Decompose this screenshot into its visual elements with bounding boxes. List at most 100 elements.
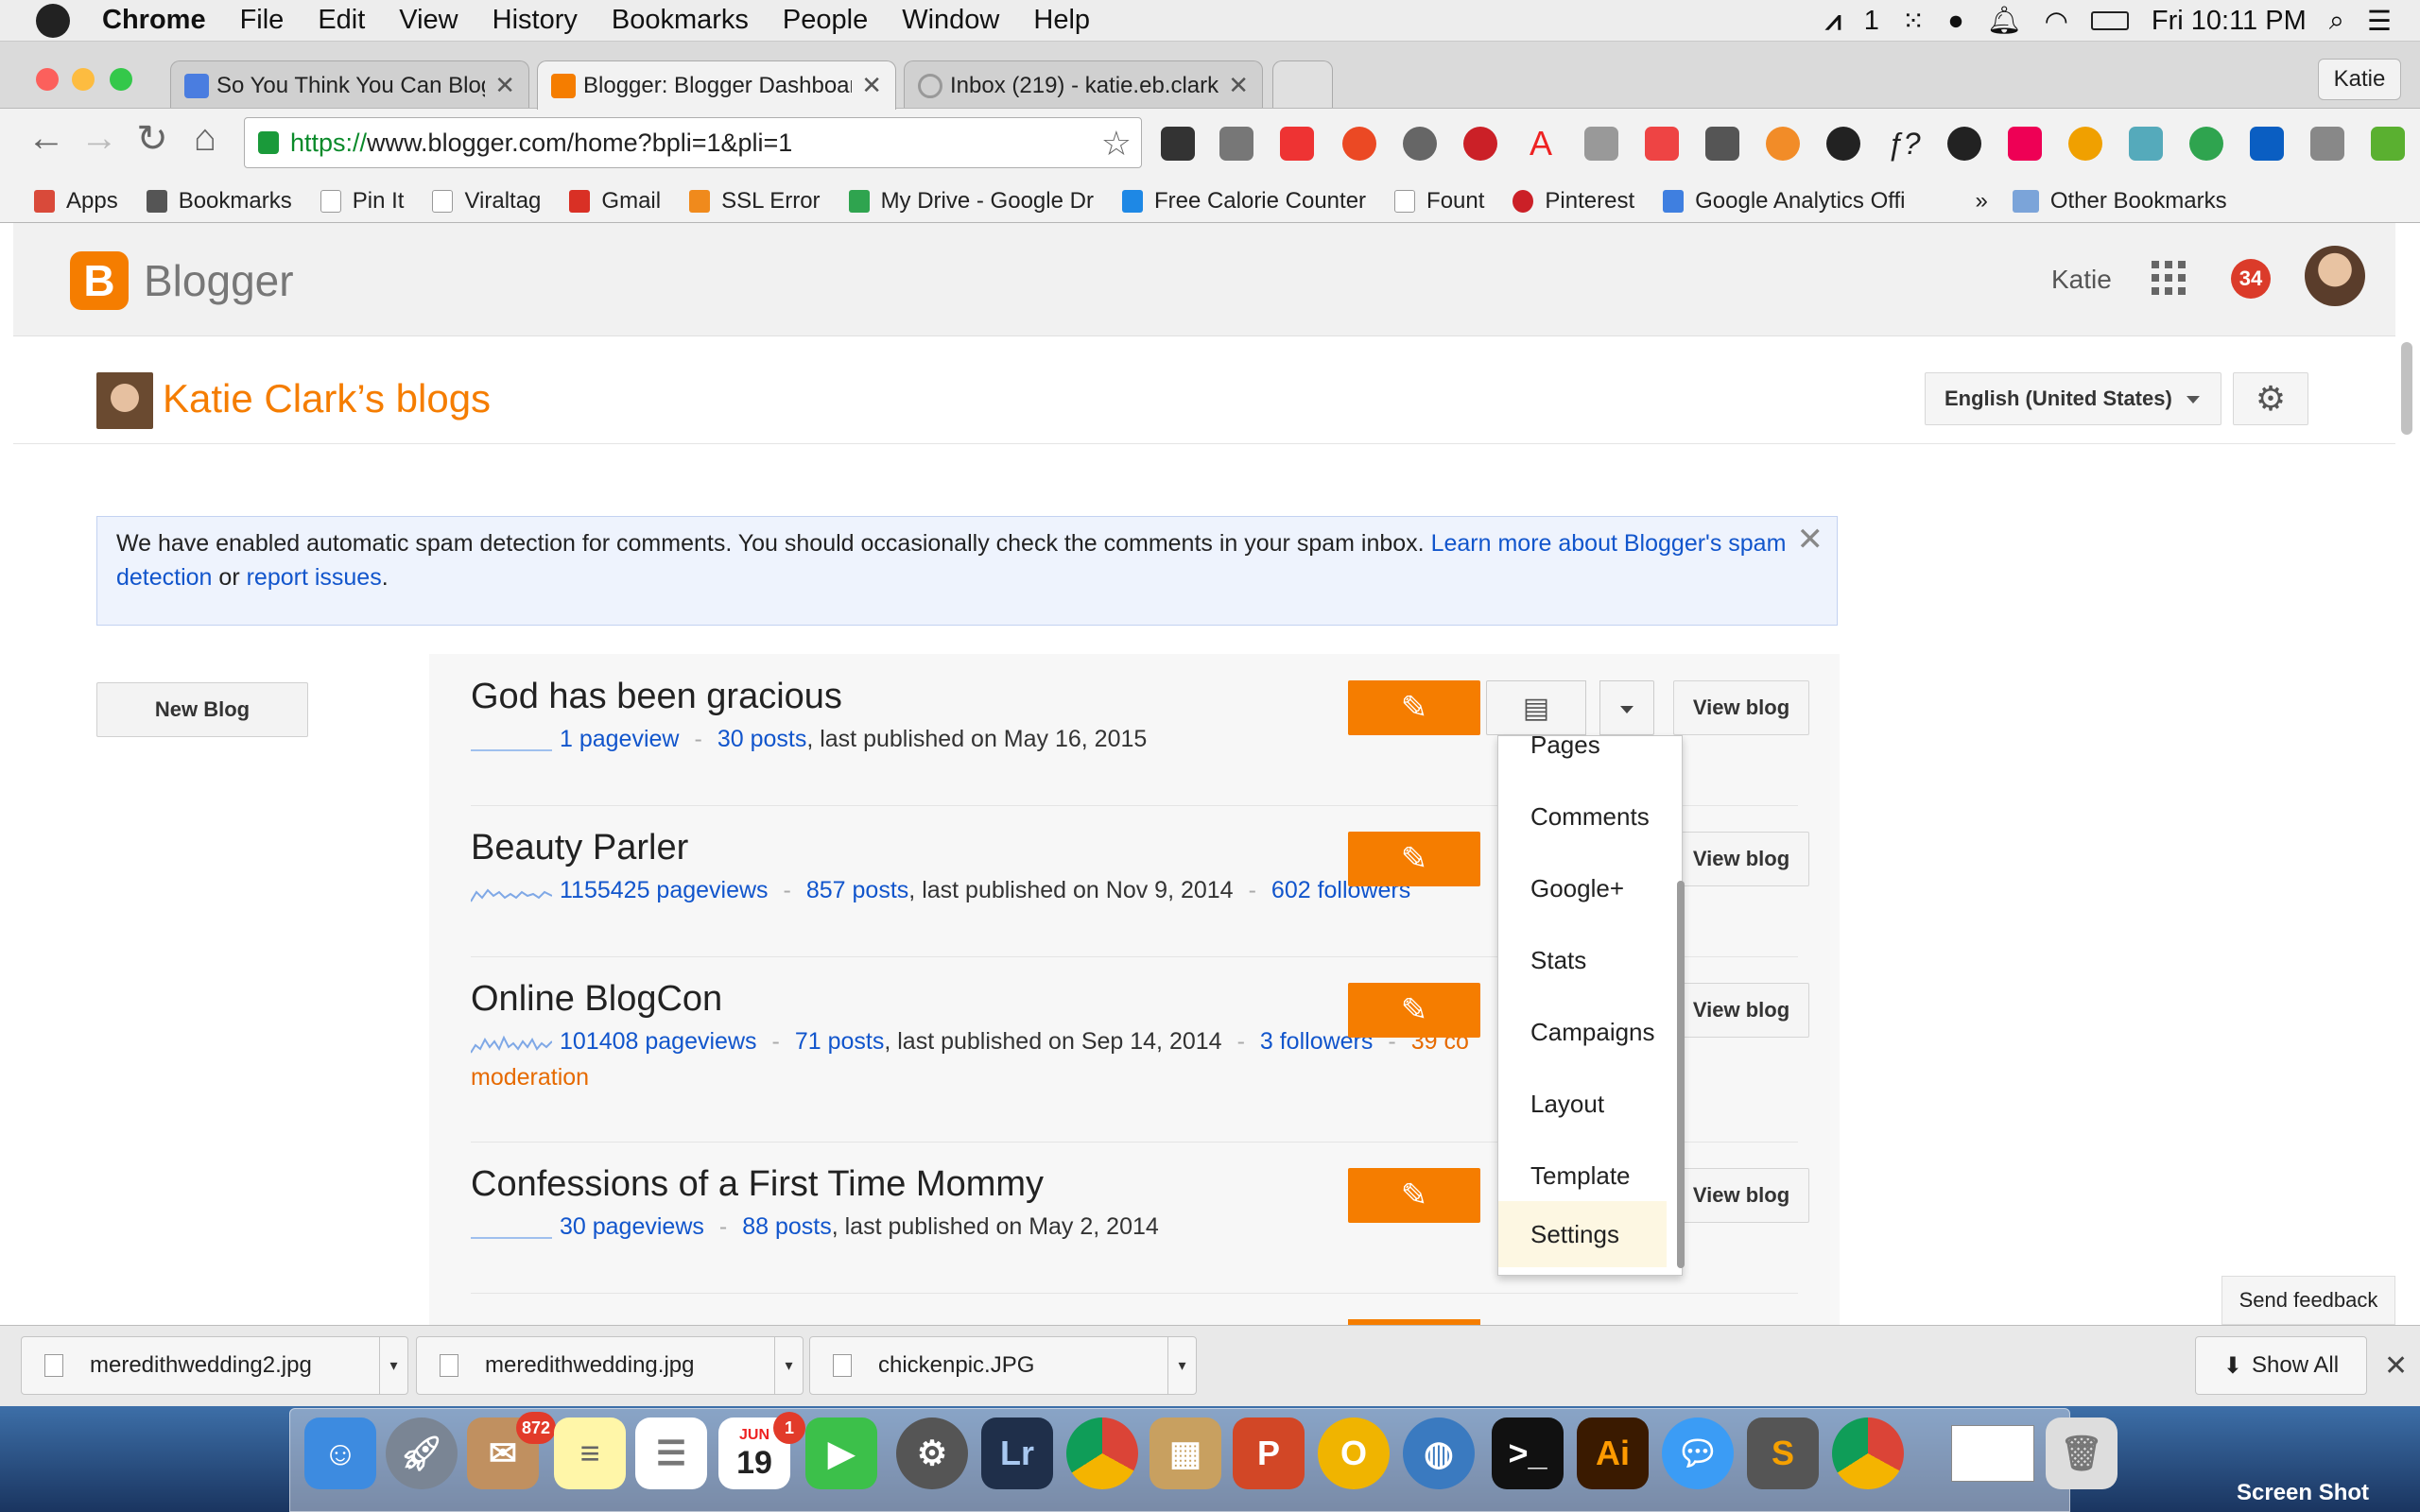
menu-view[interactable]: View bbox=[399, 5, 458, 36]
zoom-window-icon[interactable] bbox=[110, 68, 132, 91]
acrobat-extension-icon[interactable]: A bbox=[1524, 127, 1558, 161]
chrome-menu-icon[interactable] bbox=[2371, 127, 2405, 161]
dismiss-notice-icon[interactable]: ✕ bbox=[1797, 523, 1824, 557]
posts-link[interactable]: 71 posts bbox=[795, 1028, 885, 1055]
menu-item-settings[interactable]: Settings bbox=[1498, 1201, 1667, 1267]
launchpad-icon[interactable]: 🚀︎ bbox=[386, 1418, 458, 1489]
posts-link[interactable]: 30 posts bbox=[717, 726, 807, 752]
posts-link[interactable]: 857 posts bbox=[806, 877, 908, 903]
cast-icon[interactable] bbox=[2310, 127, 2344, 161]
notification-center-icon[interactable]: ☰ bbox=[2367, 5, 2392, 38]
forward-arrow-icon[interactable]: → bbox=[76, 117, 123, 160]
chrome-canary-icon[interactable] bbox=[1832, 1418, 1904, 1489]
buffer-extension-icon[interactable] bbox=[1161, 127, 1195, 161]
outlook-icon[interactable]: O bbox=[1318, 1418, 1390, 1489]
edit-pencil-icon[interactable]: ✎ bbox=[1348, 983, 1480, 1038]
menu-window[interactable]: Window bbox=[902, 5, 999, 36]
chrome-dock-icon[interactable] bbox=[1066, 1418, 1138, 1489]
download-item[interactable]: chickenpic.JPG ▾ bbox=[809, 1336, 1197, 1395]
facetime-icon[interactable]: ▶ bbox=[805, 1418, 877, 1489]
sublime-text-icon[interactable]: S bbox=[1747, 1418, 1819, 1489]
menu-item-pages[interactable]: Pages bbox=[1498, 736, 1667, 778]
page-scrollbar[interactable] bbox=[2401, 342, 2412, 435]
dots-grid-icon[interactable]: ⁙ bbox=[1902, 5, 1925, 38]
bookmark-bookmarks[interactable]: Bookmarks bbox=[146, 188, 292, 215]
blog-title[interactable]: Confessions of a First Time Mommy bbox=[471, 1164, 1044, 1205]
profile-button[interactable]: Katie bbox=[2318, 59, 2401, 100]
close-shelf-icon[interactable]: ✕ bbox=[2384, 1349, 2408, 1383]
download-extension-icon[interactable] bbox=[2068, 127, 2102, 161]
notes-icon[interactable]: ≡ bbox=[554, 1418, 626, 1489]
slides-extension-icon[interactable] bbox=[1645, 127, 1679, 161]
adblock-extension-icon[interactable] bbox=[1280, 127, 1314, 161]
lightroom-icon[interactable]: Lr bbox=[981, 1418, 1053, 1489]
pageviews-link[interactable]: 30 pageviews bbox=[560, 1213, 704, 1240]
report-issues-link[interactable]: report issues bbox=[247, 564, 382, 591]
apple-icon[interactable] bbox=[36, 3, 70, 38]
user-name[interactable]: Katie bbox=[2051, 265, 2112, 295]
walmart-extension-icon[interactable] bbox=[2250, 127, 2284, 161]
close-tab-icon[interactable]: ✕ bbox=[494, 71, 515, 100]
menu-item-template[interactable]: Template bbox=[1498, 1143, 1667, 1209]
adobe-status-icon[interactable]: ⩘ bbox=[1825, 6, 1841, 37]
calculator-icon[interactable]: ▦ bbox=[1150, 1418, 1221, 1489]
spotlight-search-icon[interactable]: ⌕ bbox=[2329, 6, 2344, 37]
menu-item-comments[interactable]: Comments bbox=[1498, 783, 1667, 850]
blogger-wordmark[interactable]: Blogger bbox=[144, 255, 294, 306]
more-options-dropdown[interactable] bbox=[1599, 680, 1654, 735]
view-blog-button[interactable]: View blog bbox=[1673, 832, 1809, 886]
menu-bookmarks[interactable]: Bookmarks bbox=[612, 5, 749, 36]
account-avatar[interactable] bbox=[2305, 246, 2365, 306]
menu-people[interactable]: People bbox=[783, 5, 868, 36]
pageviews-link[interactable]: 1 pageview bbox=[560, 726, 679, 752]
close-tab-icon[interactable]: ✕ bbox=[861, 71, 882, 100]
tab-blogger-dashboard[interactable]: Blogger: Blogger Dashboard ✕ bbox=[537, 60, 896, 110]
evernote-extension-icon[interactable] bbox=[1826, 127, 1860, 161]
download-item[interactable]: meredithwedding.jpg ▾ bbox=[416, 1336, 804, 1395]
refresh-extension-icon[interactable] bbox=[1947, 127, 1981, 161]
bookmark-pinterest[interactable]: Pinterest bbox=[1512, 188, 1634, 215]
reminders-icon[interactable]: ☰ bbox=[635, 1418, 707, 1489]
tab-so-you-think[interactable]: So You Think You Can Blog ✕ bbox=[170, 60, 529, 110]
screenshot-file-label[interactable]: Screen Shot bbox=[2237, 1480, 2369, 1506]
edit-pencil-icon[interactable]: ✎ bbox=[1348, 832, 1480, 886]
menu-edit[interactable]: Edit bbox=[318, 5, 365, 36]
menu-scrollbar[interactable] bbox=[1677, 881, 1685, 1268]
settings-gear-icon[interactable]: ⚙ bbox=[2233, 372, 2308, 425]
notification-bell-icon[interactable]: 🔔︎ bbox=[1987, 5, 2022, 37]
menu-help[interactable]: Help bbox=[1033, 5, 1090, 36]
orange-extension-icon[interactable] bbox=[1766, 127, 1800, 161]
other-bookmarks[interactable]: Other Bookmarks bbox=[2012, 188, 2227, 215]
screenshot-stack-icon[interactable] bbox=[1951, 1425, 2034, 1482]
moderation-link[interactable]: moderation bbox=[471, 1064, 589, 1091]
bookmark-gmail[interactable]: Gmail bbox=[569, 188, 661, 215]
clock[interactable]: Fri 10:11 PM bbox=[2152, 6, 2307, 37]
blog-title[interactable]: God has been gracious bbox=[471, 677, 842, 717]
address-bar[interactable]: https://www.blogger.com/home?bpli=1&pli=… bbox=[244, 117, 1142, 168]
pocket-extension-icon[interactable] bbox=[1705, 127, 1739, 161]
view-blog-button[interactable]: View blog bbox=[1673, 680, 1809, 735]
posts-list-icon[interactable]: ▤ bbox=[1486, 680, 1586, 735]
check-extension-icon[interactable] bbox=[1584, 127, 1618, 161]
download-menu-caret-icon[interactable]: ▾ bbox=[1167, 1337, 1196, 1394]
edit-pencil-icon[interactable]: ✎ bbox=[1348, 680, 1480, 735]
send-feedback-button[interactable]: Send feedback bbox=[2221, 1276, 2395, 1325]
pinterest-extension-icon[interactable] bbox=[1463, 127, 1497, 161]
edit-pencil-icon[interactable]: ✎ bbox=[1348, 1168, 1480, 1223]
menu-app-name[interactable]: Chrome bbox=[102, 5, 206, 36]
stumbleupon-extension-icon[interactable] bbox=[1342, 127, 1376, 161]
pageviews-link[interactable]: 1155425 pageviews bbox=[560, 877, 769, 903]
blog-title[interactable]: Online BlogCon bbox=[471, 979, 722, 1020]
bookmark-star-icon[interactable]: ☆ bbox=[1101, 124, 1132, 163]
bookmark-google-analytics[interactable]: Google Analytics Offi bbox=[1663, 188, 1905, 215]
clock-extension-icon[interactable] bbox=[1403, 127, 1437, 161]
menu-item-layout[interactable]: Layout bbox=[1498, 1071, 1667, 1137]
cloud-extension-icon[interactable] bbox=[2129, 127, 2163, 161]
new-blog-button[interactable]: New Blog bbox=[96, 682, 308, 737]
blog-title[interactable]: Beauty Parler bbox=[471, 828, 688, 868]
reload-icon[interactable]: ↻ bbox=[129, 117, 176, 161]
bookmark-fount[interactable]: Fount bbox=[1394, 188, 1484, 215]
terminal-icon[interactable]: >_ bbox=[1492, 1418, 1564, 1489]
bookmark-my-drive[interactable]: My Drive - Google Dr bbox=[848, 188, 1094, 215]
show-all-downloads-button[interactable]: ⬇ Show All bbox=[2195, 1336, 2367, 1395]
